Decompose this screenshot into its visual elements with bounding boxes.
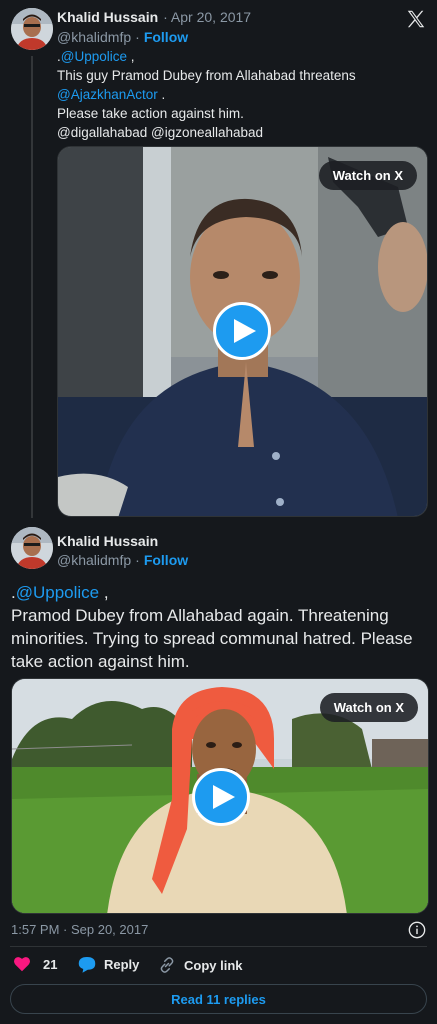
- reply-label: Reply: [104, 957, 140, 972]
- mention-link[interactable]: @Uppolice: [61, 49, 127, 64]
- divider: [10, 946, 427, 947]
- follow-button[interactable]: Follow: [144, 552, 188, 568]
- mention-link[interactable]: @AjazkhanActor: [57, 87, 158, 102]
- tweet-date[interactable]: · Apr 20, 2017: [163, 9, 251, 25]
- mention-links-line[interactable]: @digallahabad @igzoneallahabad: [57, 123, 427, 142]
- heart-icon: [14, 957, 30, 972]
- like-button[interactable]: 21: [13, 956, 57, 972]
- text-suffix: .: [157, 87, 166, 102]
- reply-bubble-icon: [78, 957, 96, 973]
- play-icon: [233, 319, 256, 343]
- tweet-timestamp[interactable]: 1:57 PM · Sep 20, 2017: [11, 922, 148, 937]
- mention-link[interactable]: @Uppolice: [16, 583, 99, 602]
- follow-button[interactable]: Follow: [144, 29, 188, 45]
- separator-dot: ·: [135, 29, 140, 45]
- text-suffix: ,: [99, 583, 109, 602]
- separator-dot: ·: [135, 552, 140, 568]
- tweet-text: . @Uppolice , This guy Pramod Dubey from …: [57, 47, 427, 142]
- text-line: This guy Pramod Dubey from Allahabad thr…: [57, 68, 356, 83]
- avatar[interactable]: [11, 8, 53, 50]
- author-name[interactable]: Khalid Hussain: [57, 533, 158, 549]
- thread-line: [31, 56, 33, 518]
- play-icon: [212, 785, 235, 809]
- watch-on-x-button[interactable]: Watch on X: [319, 693, 418, 722]
- video-thumbnail[interactable]: Watch on X: [11, 678, 429, 914]
- tweet-body: Pramod Dubey from Allahabad again. Threa…: [11, 606, 413, 671]
- play-button[interactable]: [213, 302, 271, 360]
- author-name[interactable]: Khalid Hussain: [57, 9, 158, 25]
- info-icon[interactable]: [408, 921, 426, 939]
- like-count: 21: [43, 956, 58, 972]
- author-handle[interactable]: @khalidmfp: [57, 29, 131, 45]
- author-handle[interactable]: @khalidmfp: [57, 552, 131, 568]
- video-thumbnail[interactable]: Watch on X: [57, 146, 428, 517]
- copy-link-label: Copy link: [184, 957, 243, 973]
- text-suffix: ,: [127, 49, 135, 64]
- tweet-text: .@Uppolice , Pramod Dubey from Allahabad…: [11, 581, 429, 673]
- watch-on-x-button[interactable]: Watch on X: [318, 161, 417, 190]
- reply-button[interactable]: Reply: [78, 956, 139, 973]
- text-line: Please take action against him.: [57, 106, 244, 121]
- avatar[interactable]: [11, 527, 53, 569]
- x-logo-icon[interactable]: [405, 8, 427, 30]
- copy-link-button[interactable]: Copy link: [158, 956, 243, 974]
- read-replies-button[interactable]: Read 11 replies: [10, 984, 427, 1014]
- play-button[interactable]: [192, 768, 250, 826]
- link-icon: [160, 957, 174, 973]
